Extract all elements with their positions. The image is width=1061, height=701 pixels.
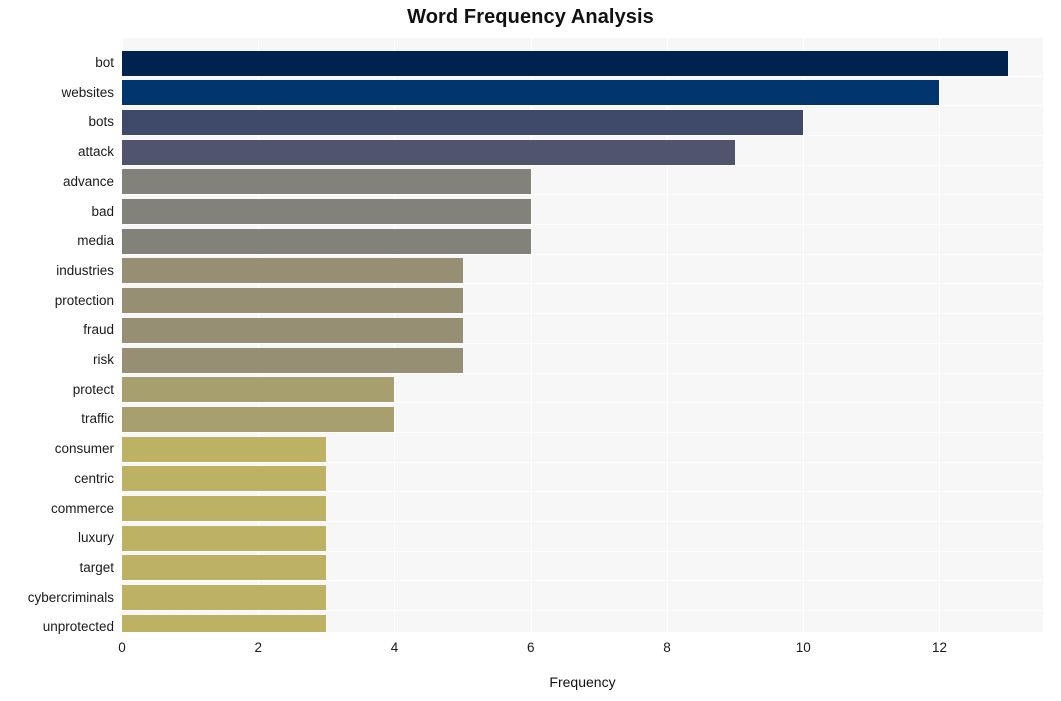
y-gridline [122, 194, 1043, 195]
y-tick-label-media: media [77, 233, 114, 248]
y-gridline [122, 373, 1043, 374]
bar-protect [122, 377, 394, 402]
y-tick-label-fraud: fraud [83, 322, 114, 337]
x-tick-label-12: 12 [931, 640, 947, 655]
bar-attack [122, 140, 735, 165]
x-tick-label-0: 0 [118, 640, 126, 655]
bar-bot [122, 51, 1008, 76]
bar-protection [122, 288, 463, 313]
y-gridline [122, 135, 1043, 136]
plot-area [122, 38, 1043, 632]
y-tick-label-target: target [79, 560, 114, 575]
y-gridline [122, 432, 1043, 433]
y-gridline [122, 76, 1043, 77]
y-tick-label-protect: protect [72, 382, 114, 397]
y-gridline [122, 224, 1043, 225]
bar-target [122, 555, 326, 580]
y-gridline [122, 105, 1043, 106]
bar-commerce [122, 496, 326, 521]
x-axis-tick-labels: 0 2 4 6 8 10 12 [0, 640, 1061, 662]
y-gridline [122, 165, 1043, 166]
bar-advance [122, 169, 531, 194]
y-tick-label-commerce: commerce [50, 501, 114, 516]
y-tick-label-luxury: luxury [77, 530, 114, 545]
y-gridline [122, 521, 1043, 522]
bar-fraud [122, 318, 463, 343]
x-axis-title: Frequency [549, 674, 616, 690]
y-gridline [122, 551, 1043, 552]
y-tick-label-advance: advance [62, 174, 114, 189]
y-gridline [122, 580, 1043, 581]
x-tick-label-10: 10 [795, 640, 811, 655]
y-axis-labels: bot websites bots attack advance bad media indu… [0, 38, 114, 634]
y-gridline [122, 313, 1043, 314]
y-gridline [122, 491, 1043, 492]
bar-websites [122, 80, 939, 105]
y-gridline [122, 254, 1043, 255]
y-gridline [122, 343, 1043, 344]
chart-title: Word Frequency Analysis [407, 6, 654, 28]
y-tick-label-industries: industries [56, 263, 114, 278]
bar-centric [122, 466, 326, 491]
y-tick-label-consumer: consumer [54, 441, 114, 456]
x-tick-label-8: 8 [663, 640, 671, 655]
y-tick-label-risk: risk [93, 352, 114, 367]
x-gridline [939, 38, 941, 632]
x-tick-label-6: 6 [526, 640, 535, 655]
y-gridline [122, 610, 1043, 611]
y-gridline [122, 283, 1043, 284]
bar-luxury [122, 526, 326, 551]
x-gridline [803, 38, 805, 632]
y-tick-label-unprotected: unprotected [42, 619, 114, 634]
y-tick-label-traffic: traffic [81, 411, 114, 426]
y-tick-label-attack: attack [77, 144, 114, 159]
y-tick-label-protection: protection [54, 293, 114, 308]
bar-traffic [122, 407, 394, 432]
word-frequency-chart: Word Frequency Analysis bot websites bots a… [0, 0, 1061, 701]
bar-cybercriminals [122, 585, 326, 610]
y-tick-label-bad: bad [91, 204, 114, 219]
y-tick-label-bot: bot [95, 55, 114, 70]
bar-industries [122, 258, 463, 283]
bar-unprotected [122, 615, 326, 632]
x-tick-label-4: 4 [390, 640, 399, 655]
bar-bots [122, 110, 803, 135]
y-tick-label-centric: centric [74, 471, 114, 486]
y-gridline [122, 402, 1043, 403]
bar-bad [122, 199, 531, 224]
bar-consumer [122, 437, 326, 462]
y-tick-label-websites: websites [61, 85, 114, 100]
bar-risk [122, 348, 463, 373]
y-gridline [122, 462, 1043, 463]
x-tick-label-2: 2 [254, 640, 262, 655]
y-tick-label-bots: bots [88, 114, 114, 129]
bar-media [122, 229, 531, 254]
y-tick-label-cybercriminals: cybercriminals [27, 590, 114, 605]
